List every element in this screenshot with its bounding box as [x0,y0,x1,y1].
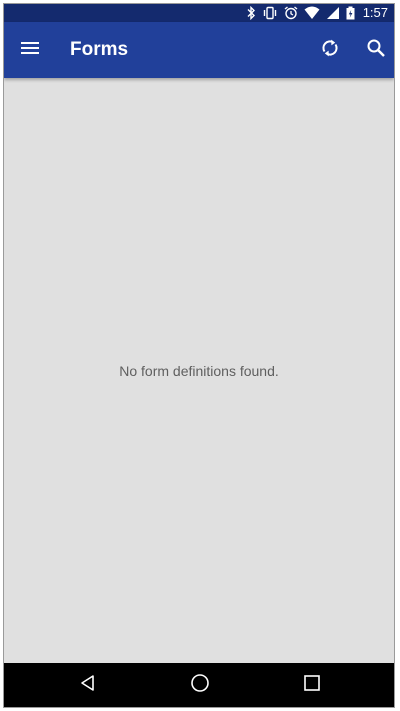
recents-icon [303,674,321,697]
home-icon [190,673,210,698]
status-icons: 1:57 [246,4,388,22]
wifi-icon [304,6,320,20]
sync-button[interactable] [310,30,350,70]
battery-icon [346,6,355,20]
menu-button[interactable] [10,30,50,70]
phone-screen: 1:57 Forms No form definitions found. [3,3,395,708]
page-title: Forms [70,39,129,60]
empty-state-message: No form definitions found. [119,363,279,379]
back-icon [79,674,97,697]
status-time: 1:57 [362,5,388,20]
search-icon [366,38,386,63]
sync-icon [319,37,341,64]
home-button[interactable] [182,667,218,703]
recents-button[interactable] [294,667,330,703]
signal-icon [326,6,340,20]
back-button[interactable] [70,667,106,703]
menu-icon [20,40,40,61]
bluetooth-icon [246,6,256,20]
alarm-icon [284,6,298,20]
navigation-bar [4,663,394,707]
status-bar: 1:57 [4,4,394,22]
search-button[interactable] [356,30,394,70]
app-bar: Forms [4,22,394,78]
vibrate-icon [262,6,278,20]
forms-list-area: No form definitions found. [4,78,394,663]
